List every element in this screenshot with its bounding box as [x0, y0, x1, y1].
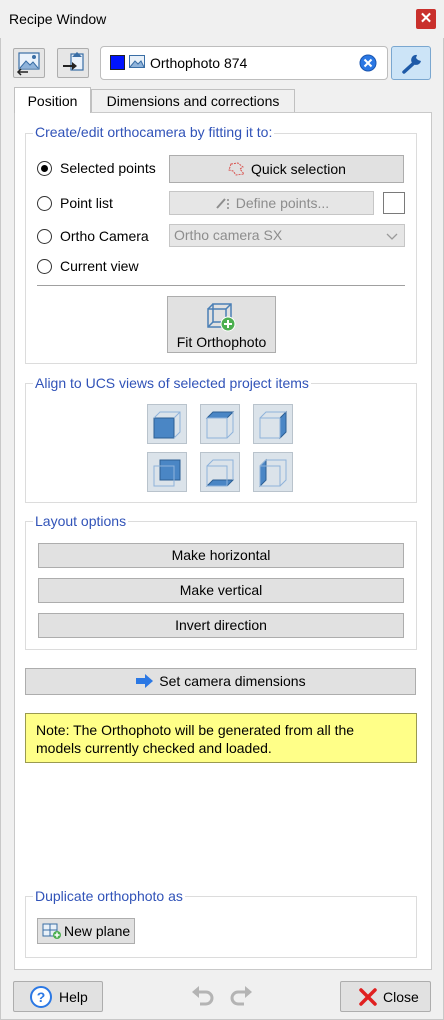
help-icon: ? — [30, 986, 52, 1008]
label-selected-points: Selected points — [60, 160, 156, 176]
define-points-button[interactable]: Define points... — [169, 191, 374, 215]
photo-import-icon — [16, 52, 40, 76]
item-name: Orthophoto 874 — [150, 55, 248, 71]
new-plane-button[interactable]: New plane — [37, 918, 135, 944]
layout-group-title: Layout options — [33, 513, 129, 529]
wrench-icon — [402, 54, 421, 74]
fit-group-title: Create/edit orthocamera by fitting it to… — [33, 124, 275, 140]
clear-item-button[interactable] — [359, 54, 377, 72]
front-view-icon — [153, 411, 181, 439]
align-group-title: Align to UCS views of selected project i… — [33, 375, 311, 391]
pencil-points-icon — [216, 198, 229, 209]
quick-selection-label: Quick selection — [250, 161, 346, 177]
left-view-icon — [259, 458, 287, 488]
radio-point-list[interactable] — [37, 196, 52, 211]
chevron-down-icon — [386, 233, 398, 240]
bottom-view-button[interactable] — [200, 452, 240, 492]
fit-orthophoto-label: Fit Orthophoto — [176, 334, 267, 350]
close-button[interactable]: Close — [340, 981, 431, 1012]
help-button[interactable]: ? Help — [13, 981, 103, 1012]
item-color-swatch — [110, 55, 125, 70]
export-button[interactable] — [57, 48, 89, 78]
set-camera-dimensions-button[interactable]: Set camera dimensions — [25, 668, 416, 695]
make-vertical-button[interactable]: Make vertical — [38, 578, 404, 603]
duplicate-group-title: Duplicate orthophoto as — [33, 888, 185, 904]
note-line-1: Note: The Orthophoto will be generated f… — [36, 722, 355, 738]
front-view-button[interactable] — [147, 404, 187, 444]
left-view-button[interactable] — [253, 452, 293, 492]
right-view-button[interactable] — [253, 404, 293, 444]
bottom-view-icon — [205, 459, 235, 487]
blue-x-circle-icon — [359, 54, 377, 72]
undo-button[interactable] — [188, 982, 218, 1010]
make-horizontal-button[interactable]: Make horizontal — [38, 543, 404, 568]
redo-button[interactable] — [226, 982, 256, 1010]
label-point-list: Point list — [60, 195, 113, 211]
fit-orthophoto-button[interactable]: Fit Orthophoto — [167, 296, 276, 353]
radio-ortho-camera[interactable] — [37, 229, 52, 244]
settings-button[interactable] — [391, 46, 431, 80]
export-arrow-icon — [63, 52, 84, 71]
invert-direction-button[interactable]: Invert direction — [38, 613, 404, 638]
right-arrow-icon — [136, 674, 154, 688]
label-current-view: Current view — [60, 258, 139, 274]
red-x-icon — [359, 988, 377, 1006]
note-box: Note: The Orthophoto will be generated f… — [25, 713, 417, 763]
quick-selection-button[interactable]: Quick selection — [169, 155, 404, 183]
define-points-label: Define points... — [235, 195, 330, 211]
back-view-button[interactable] — [147, 452, 187, 492]
top-view-button[interactable] — [200, 404, 240, 444]
new-plane-icon — [42, 923, 61, 939]
help-label: Help — [59, 989, 88, 1005]
undo-icon — [192, 986, 214, 1006]
ortho-camera-select[interactable]: Ortho camera SX — [169, 224, 405, 247]
label-ortho-camera: Ortho Camera — [60, 228, 149, 244]
radio-selected-points[interactable] — [37, 161, 52, 176]
separator — [37, 285, 405, 286]
new-plane-label: New plane — [64, 923, 131, 939]
window-close-button[interactable]: ✕ — [416, 9, 436, 29]
tab-position[interactable]: Position — [14, 87, 91, 113]
selection-outline-icon — [228, 162, 246, 176]
point-list-checkbox[interactable] — [383, 192, 405, 214]
note-line-2: models currently checked and loaded. — [36, 740, 272, 756]
tab-dimensions[interactable]: Dimensions and corrections — [91, 89, 295, 112]
photo-import-button[interactable] — [13, 48, 45, 78]
window-title: Recipe Window — [9, 11, 107, 27]
orthophoto-icon — [129, 55, 145, 69]
close-label: Close — [383, 989, 419, 1005]
fit-orthophoto-icon — [207, 303, 236, 332]
top-view-icon — [205, 411, 235, 439]
radio-current-view[interactable] — [37, 259, 52, 274]
set-camera-dimensions-label: Set camera dimensions — [159, 673, 306, 689]
redo-icon — [230, 986, 252, 1006]
right-view-icon — [259, 410, 287, 440]
back-view-icon — [153, 459, 181, 487]
ortho-camera-select-value: Ortho camera SX — [174, 227, 283, 243]
